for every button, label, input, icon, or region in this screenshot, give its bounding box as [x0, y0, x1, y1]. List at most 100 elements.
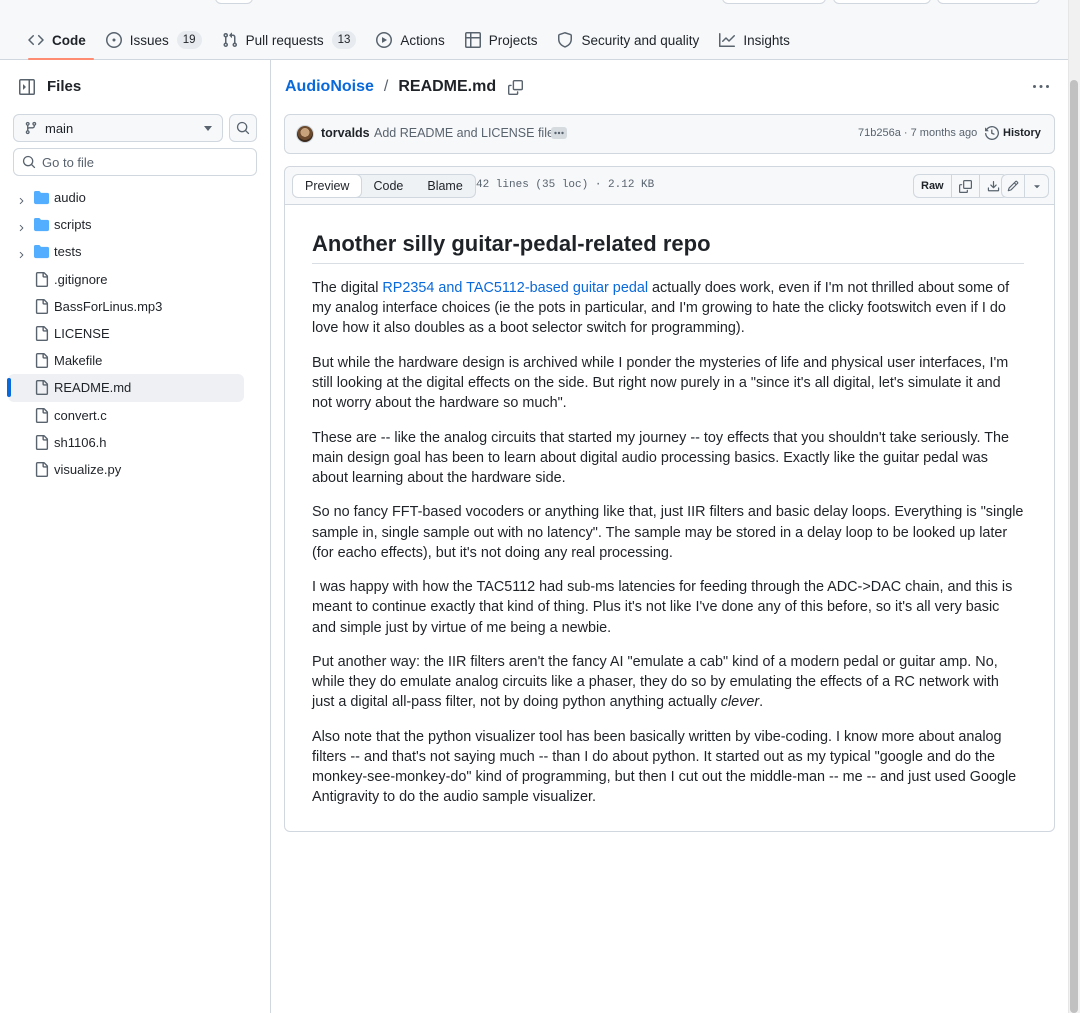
commit-author[interactable]: torvalds: [321, 126, 370, 140]
tab-preview[interactable]: Preview: [292, 175, 363, 197]
tab-blame[interactable]: Blame: [415, 175, 474, 197]
issue-opened-icon: [105, 32, 122, 48]
header-button-ghost[interactable]: [215, 0, 253, 4]
meta-separator: ·: [903, 127, 908, 139]
files-heading: Files: [47, 78, 82, 95]
tree-item-label: convert.c: [54, 407, 107, 423]
tab-insights[interactable]: Insights: [711, 21, 798, 59]
tree-item-folder[interactable]: tests: [0, 238, 270, 265]
tree-item-label: Makefile: [54, 353, 103, 369]
repo-header: Code Issues 19 Pull requests 13 Actions …: [0, 0, 1068, 60]
file-header: Preview Code Blame 42 lines (35 loc) · 2…: [285, 167, 1054, 205]
expand-commit-button[interactable]: [551, 127, 567, 139]
copy-path-icon[interactable]: [508, 79, 524, 95]
readme-paragraph: So no fancy FFT-based vocoders or anythi…: [312, 504, 1024, 561]
history-button[interactable]: History: [985, 126, 1041, 140]
file-tree: audio scripts tests .gitignore BassForLi…: [0, 184, 270, 483]
edit-file-button[interactable]: [1002, 175, 1025, 197]
tree-item-label: visualize.py: [54, 461, 122, 477]
paragraph-text: The digital: [312, 280, 383, 296]
commit-age: 7 months ago: [910, 127, 978, 139]
tab-label: Issues: [129, 32, 169, 48]
commit-message[interactable]: Add README and LICENSE file: [374, 126, 554, 140]
tree-item-file[interactable]: .gitignore: [0, 266, 270, 293]
tab-projects[interactable]: Projects: [457, 21, 546, 59]
chevron-right-icon[interactable]: [16, 221, 24, 231]
file-icon: [33, 326, 49, 342]
collapse-sidebar-button[interactable]: [13, 73, 41, 101]
breadcrumb-repo-link[interactable]: AudioNoise: [285, 78, 374, 96]
tree-item-label: BassForLinus.mp3: [54, 298, 163, 314]
tree-item-label: sh1106.h: [54, 434, 107, 450]
folder-icon: [33, 217, 49, 233]
tab-code[interactable]: Code: [20, 21, 94, 60]
branch-selector[interactable]: main: [13, 114, 223, 142]
pedal-link[interactable]: RP2354 and TAC5112-based guitar pedal: [382, 280, 648, 296]
tab-issues[interactable]: Issues 19: [98, 21, 210, 59]
breadcrumb-file: README.md: [398, 78, 497, 95]
header-button-ghost[interactable]: [937, 0, 1040, 4]
tab-code[interactable]: Code: [361, 175, 415, 197]
tree-item-file[interactable]: LICENSE: [0, 320, 270, 347]
raw-actions: Raw: [913, 174, 1008, 198]
tree-item-folder[interactable]: scripts: [0, 211, 270, 238]
tree-item-file[interactable]: sh1106.h: [0, 429, 270, 456]
copy-raw-button[interactable]: [952, 175, 980, 197]
tree-item-label: scripts: [54, 217, 92, 233]
readme-paragraph: But while the hardware design is archive…: [312, 354, 1009, 412]
ellipsis-icon: [554, 131, 564, 135]
paragraph-text: Put another way: the IIR filters aren't …: [312, 653, 999, 711]
repo-nav: Code Issues 19 Pull requests 13 Actions …: [20, 20, 802, 60]
tab-label: Projects: [488, 32, 538, 48]
shield-icon: [558, 32, 573, 48]
graph-icon: [719, 33, 736, 47]
pencil-icon: [1007, 180, 1019, 192]
tree-item-folder[interactable]: audio: [0, 184, 270, 211]
page-scrollbar[interactable]: [1068, 0, 1080, 1013]
raw-button[interactable]: Raw: [914, 175, 952, 197]
git-branch-icon: [25, 121, 37, 135]
tree-item-label: LICENSE: [54, 326, 110, 342]
tree-item-label: audio: [54, 190, 86, 206]
readme-heading: Another silly guitar-pedal-related repo: [312, 229, 1024, 264]
tab-label: Insights: [743, 32, 790, 48]
avatar[interactable]: [296, 125, 314, 143]
file-tree-sidebar: Files main audio scripts tests: [0, 60, 271, 1013]
chevron-right-icon[interactable]: [16, 248, 24, 259]
go-to-file-field[interactable]: [13, 148, 257, 176]
tree-item-file[interactable]: convert.c: [0, 402, 270, 429]
commit-sha[interactable]: 71b256a: [858, 127, 901, 139]
readme-paragraph: These are -- like the analog circuits th…: [312, 429, 1010, 486]
pull-requests-count: 13: [331, 31, 357, 49]
readme-preview: Another silly guitar-pedal-related repo …: [312, 229, 1024, 822]
tab-label: Pull requests: [245, 32, 324, 48]
file-stats: 42 lines (35 loc) · 2.12 KB: [476, 179, 655, 191]
tab-pull-requests[interactable]: Pull requests 13: [214, 21, 365, 59]
tree-item-file[interactable]: visualize.py: [0, 456, 270, 483]
search-files-button[interactable]: [229, 114, 257, 142]
tab-security[interactable]: Security and quality: [549, 21, 707, 59]
go-to-file-input[interactable]: [42, 154, 242, 170]
readme-paragraph: Also note that the python visualizer too…: [312, 728, 1017, 806]
scrollbar-thumb[interactable]: [1070, 80, 1078, 1013]
copy-icon: [958, 179, 972, 193]
tab-actions[interactable]: Actions: [368, 21, 452, 59]
more-edit-options-button[interactable]: [1025, 175, 1048, 197]
file-view: AudioNoise / README.md torvalds Add READ…: [271, 60, 1068, 1013]
header-button-ghost[interactable]: [722, 0, 826, 4]
more-options-button[interactable]: [1026, 73, 1056, 101]
file-icon: [33, 353, 49, 369]
tab-label: Code: [52, 32, 86, 48]
tree-item-file[interactable]: BassForLinus.mp3: [0, 293, 270, 320]
folder-icon: [33, 244, 49, 260]
tab-label: Security and quality: [581, 32, 700, 48]
readme-paragraph: Put another way: the IIR filters aren't …: [312, 652, 1024, 713]
tree-item-file-selected[interactable]: README.md: [7, 374, 244, 402]
triangle-down-icon: [1033, 185, 1040, 189]
history-label: History: [1003, 127, 1041, 139]
chevron-right-icon[interactable]: [16, 194, 24, 204]
header-button-ghost[interactable]: [833, 0, 931, 4]
tree-item-label: .gitignore: [54, 271, 108, 287]
paragraph-text: .: [759, 694, 764, 711]
tree-item-file[interactable]: Makefile: [0, 347, 270, 374]
